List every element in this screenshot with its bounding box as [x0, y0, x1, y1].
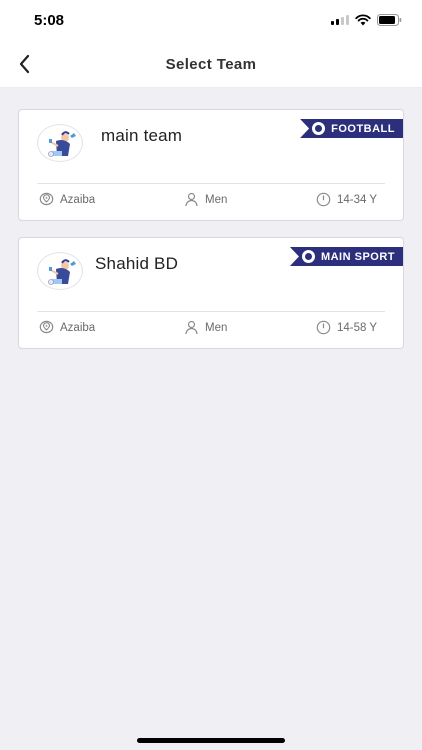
wifi-icon — [355, 14, 371, 26]
location-label: Azaiba — [60, 321, 96, 334]
sport-badge-label: MAIN SPORT — [320, 250, 395, 263]
card-divider — [37, 183, 385, 184]
clock-icon — [316, 320, 331, 335]
status-bar: 5:08 — [0, 0, 422, 42]
team-card[interactable]: Shahid BD MAIN SPORT Azaiba Men 14-58 Y — [18, 237, 404, 349]
team-age-range: 14-34 Y — [316, 192, 377, 207]
battery-icon — [377, 14, 402, 26]
location-label: Azaiba — [60, 193, 96, 206]
card-divider — [37, 311, 385, 312]
sport-icon — [312, 122, 326, 135]
clock-icon — [316, 192, 331, 207]
team-avatar — [37, 252, 83, 290]
home-indicator[interactable] — [137, 738, 285, 743]
cellular-signal-icon — [331, 15, 349, 25]
person-icon — [185, 320, 198, 335]
sport-icon — [301, 250, 315, 263]
age-label: 14-34 Y — [337, 193, 378, 206]
team-age-range: 14-58 Y — [316, 320, 377, 335]
location-icon — [39, 192, 54, 206]
status-time: 5:08 — [34, 12, 65, 29]
person-icon — [185, 192, 198, 207]
gender-label: Men — [205, 321, 228, 334]
sport-badge-label: FOOTBALL — [331, 122, 395, 135]
age-label: 14-58 Y — [337, 321, 378, 334]
team-gender: Men — [184, 192, 227, 207]
team-location: Azaiba — [39, 192, 95, 207]
team-location: Azaiba — [39, 320, 95, 335]
team-avatar — [37, 124, 83, 162]
team-name: Shahid BD — [95, 254, 179, 273]
nav-header: Select Team — [0, 42, 422, 88]
sport-badge: MAIN SPORT — [289, 247, 403, 266]
team-gender: Men — [184, 320, 227, 335]
sport-badge: FOOTBALL — [300, 119, 403, 138]
page-title: Select Team — [165, 56, 257, 73]
gender-label: Men — [205, 193, 228, 206]
team-name: main team — [101, 126, 183, 145]
team-card[interactable]: main team FOOTBALL Azaiba Men 14-34 Y — [18, 109, 404, 221]
location-icon — [39, 320, 54, 334]
status-icons — [331, 14, 402, 26]
